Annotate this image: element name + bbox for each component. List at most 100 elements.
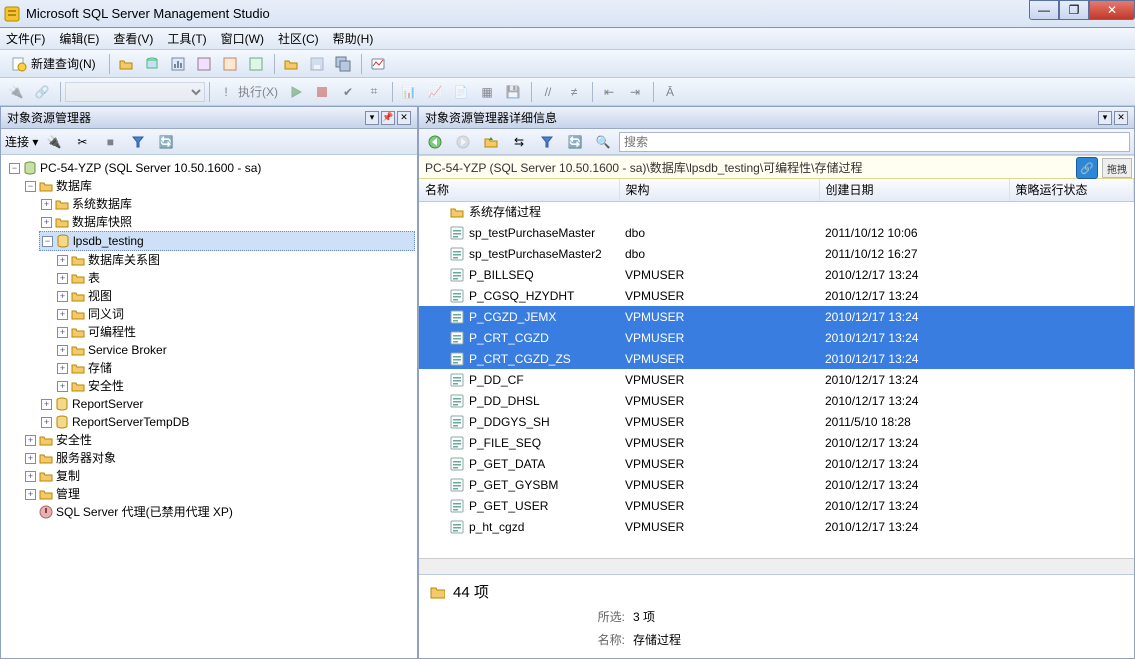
table-row[interactable]: P_BILLSEQVPMUSER2010/12/17 13:24 bbox=[419, 264, 1134, 285]
col-schema[interactable]: 架构 bbox=[619, 179, 819, 201]
tree-toggle[interactable]: + bbox=[41, 217, 52, 228]
results-grid-button[interactable]: ▦ bbox=[475, 81, 499, 103]
tree-toggle[interactable]: − bbox=[9, 163, 20, 174]
menu-window[interactable]: 窗口(W) bbox=[221, 30, 264, 47]
table-row[interactable]: P_FILE_SEQVPMUSER2010/12/17 13:24 bbox=[419, 432, 1134, 453]
tree-toggle[interactable]: + bbox=[25, 471, 36, 482]
nav-forward-button[interactable] bbox=[451, 131, 475, 153]
tree-toggle[interactable]: + bbox=[25, 489, 36, 500]
oe-connect-button[interactable]: 🔌 bbox=[42, 131, 66, 153]
col-policy[interactable]: 策略运行状态 bbox=[1009, 179, 1134, 201]
tree-toggle[interactable]: + bbox=[25, 453, 36, 464]
comment-button[interactable]: // bbox=[536, 81, 560, 103]
details-close-button[interactable]: ✕ bbox=[1114, 111, 1128, 125]
connect-button[interactable]: 🔌 bbox=[4, 81, 28, 103]
oe-stop-button[interactable]: ■ bbox=[98, 131, 122, 153]
nav-back-button[interactable] bbox=[423, 131, 447, 153]
debug-button[interactable] bbox=[284, 81, 308, 103]
oe-disconnect-button[interactable]: ✂ bbox=[70, 131, 94, 153]
tree-sql-agent[interactable]: SQL Server 代理(已禁用代理 XP) bbox=[23, 503, 415, 521]
oe-refresh-button[interactable]: 🔄 bbox=[154, 131, 178, 153]
details-table-wrap[interactable]: 名称 架构 创建日期 策略运行状态 系统存储过程sp_testPurchaseM… bbox=[419, 179, 1134, 558]
connect-dropdown[interactable]: 连接 ▾ bbox=[5, 133, 38, 150]
results-file-button[interactable]: 💾 bbox=[501, 81, 525, 103]
menu-community[interactable]: 社区(C) bbox=[278, 30, 319, 47]
search-input[interactable] bbox=[619, 132, 1130, 152]
tree-server-objects[interactable]: +服务器对象 bbox=[23, 449, 415, 467]
tree-programmability[interactable]: +可编程性 bbox=[55, 323, 415, 341]
panel-pin-button[interactable]: 📌 bbox=[381, 111, 395, 125]
details-refresh-button[interactable]: 🔄 bbox=[563, 131, 587, 153]
include-stats-button[interactable]: 📈 bbox=[423, 81, 447, 103]
maximize-button[interactable]: ❐ bbox=[1059, 0, 1089, 20]
tree-synonyms[interactable]: +同义词 bbox=[55, 305, 415, 323]
table-row[interactable]: 系统存储过程 bbox=[419, 201, 1134, 222]
tree-toggle[interactable]: + bbox=[57, 255, 68, 266]
details-search-button[interactable]: 🔍 bbox=[591, 131, 615, 153]
tree-toggle[interactable]: + bbox=[57, 327, 68, 338]
new-query-button[interactable]: 新建查询(N) bbox=[4, 53, 103, 75]
execute-button[interactable]: !执行(X) bbox=[214, 81, 282, 103]
table-row[interactable]: sp_testPurchaseMasterdbo2011/10/12 10:06 bbox=[419, 222, 1134, 243]
decrease-indent-button[interactable]: ⇤ bbox=[597, 81, 621, 103]
horizontal-scrollbar[interactable] bbox=[419, 558, 1134, 574]
tool-button-4[interactable] bbox=[218, 53, 242, 75]
oe-filter-button[interactable] bbox=[126, 131, 150, 153]
drag-handle[interactable]: 拖拽 bbox=[1102, 158, 1132, 178]
close-button[interactable]: ✕ bbox=[1089, 0, 1135, 20]
up-button[interactable] bbox=[479, 131, 503, 153]
parse-button[interactable]: ✔ bbox=[336, 81, 360, 103]
tree-diagrams[interactable]: +数据库关系图 bbox=[55, 251, 415, 269]
uncomment-button[interactable]: ≠ bbox=[562, 81, 586, 103]
tool-button-5[interactable] bbox=[244, 53, 268, 75]
tree-toggle[interactable]: + bbox=[57, 291, 68, 302]
col-created[interactable]: 创建日期 bbox=[819, 179, 1009, 201]
tree-tables[interactable]: +表 bbox=[55, 269, 415, 287]
col-name[interactable]: 名称 bbox=[419, 179, 619, 201]
tree-service-broker[interactable]: +Service Broker bbox=[55, 341, 415, 359]
tree-views[interactable]: +视图 bbox=[55, 287, 415, 305]
results-text-button[interactable]: 📄 bbox=[449, 81, 473, 103]
plan-button[interactable]: ⌗ bbox=[362, 81, 386, 103]
table-row[interactable]: P_DDGYS_SHVPMUSER2011/5/10 18:28 bbox=[419, 411, 1134, 432]
tree-management[interactable]: +管理 bbox=[23, 485, 415, 503]
tree-databases[interactable]: − 数据库 bbox=[23, 177, 415, 195]
tree-toggle[interactable]: + bbox=[25, 435, 36, 446]
sync-button[interactable]: ⇆ bbox=[507, 131, 531, 153]
tree-toggle[interactable]: − bbox=[25, 181, 36, 192]
open-button[interactable] bbox=[279, 53, 303, 75]
sync-tree-button[interactable]: 🔗 bbox=[1076, 157, 1098, 179]
object-explorer-tree[interactable]: − PC-54-YZP (SQL Server 10.50.1600 - sa)… bbox=[1, 155, 417, 658]
tree-database-snapshots[interactable]: +数据库快照 bbox=[39, 213, 415, 231]
table-row[interactable]: P_GET_GYSBMVPMUSER2010/12/17 13:24 bbox=[419, 474, 1134, 495]
tree-toggle[interactable]: + bbox=[57, 309, 68, 320]
tree-storage[interactable]: +存储 bbox=[55, 359, 415, 377]
table-row[interactable]: p_ht_cgzdVPMUSER2010/12/17 13:24 bbox=[419, 516, 1134, 537]
tool-button-2[interactable] bbox=[166, 53, 190, 75]
tree-db-security[interactable]: +安全性 bbox=[55, 377, 415, 395]
menu-tools[interactable]: 工具(T) bbox=[167, 30, 206, 47]
menu-file[interactable]: 文件(F) bbox=[6, 30, 45, 47]
table-row[interactable]: P_CRT_CGZDVPMUSER2010/12/17 13:24 bbox=[419, 327, 1134, 348]
open-file-button[interactable] bbox=[114, 53, 138, 75]
table-row[interactable]: P_CRT_CGZD_ZSVPMUSER2010/12/17 13:24 bbox=[419, 348, 1134, 369]
database-combo[interactable] bbox=[65, 82, 205, 102]
tree-toggle[interactable]: + bbox=[57, 363, 68, 374]
tree-toggle[interactable]: + bbox=[57, 345, 68, 356]
table-row[interactable]: P_CGSQ_HZYDHTVPMUSER2010/12/17 13:24 bbox=[419, 285, 1134, 306]
tree-reportservertemp[interactable]: +ReportServerTempDB bbox=[39, 413, 415, 431]
template-param-button[interactable]: Ᾱ bbox=[658, 81, 682, 103]
increase-indent-button[interactable]: ⇥ bbox=[623, 81, 647, 103]
panel-close-button[interactable]: ✕ bbox=[397, 111, 411, 125]
include-actual-plan-button[interactable]: 📊 bbox=[397, 81, 421, 103]
table-row[interactable]: P_CGZD_JEMXVPMUSER2010/12/17 13:24 bbox=[419, 306, 1134, 327]
cancel-executing-button[interactable] bbox=[310, 81, 334, 103]
tree-toggle[interactable]: + bbox=[57, 273, 68, 284]
menu-help[interactable]: 帮助(H) bbox=[333, 30, 374, 47]
tree-toggle[interactable]: + bbox=[41, 399, 52, 410]
minimize-button[interactable]: — bbox=[1029, 0, 1059, 20]
table-row[interactable]: sp_testPurchaseMaster2dbo2011/10/12 16:2… bbox=[419, 243, 1134, 264]
activity-monitor-button[interactable] bbox=[366, 53, 390, 75]
tree-system-databases[interactable]: +系统数据库 bbox=[39, 195, 415, 213]
details-filter-button[interactable] bbox=[535, 131, 559, 153]
